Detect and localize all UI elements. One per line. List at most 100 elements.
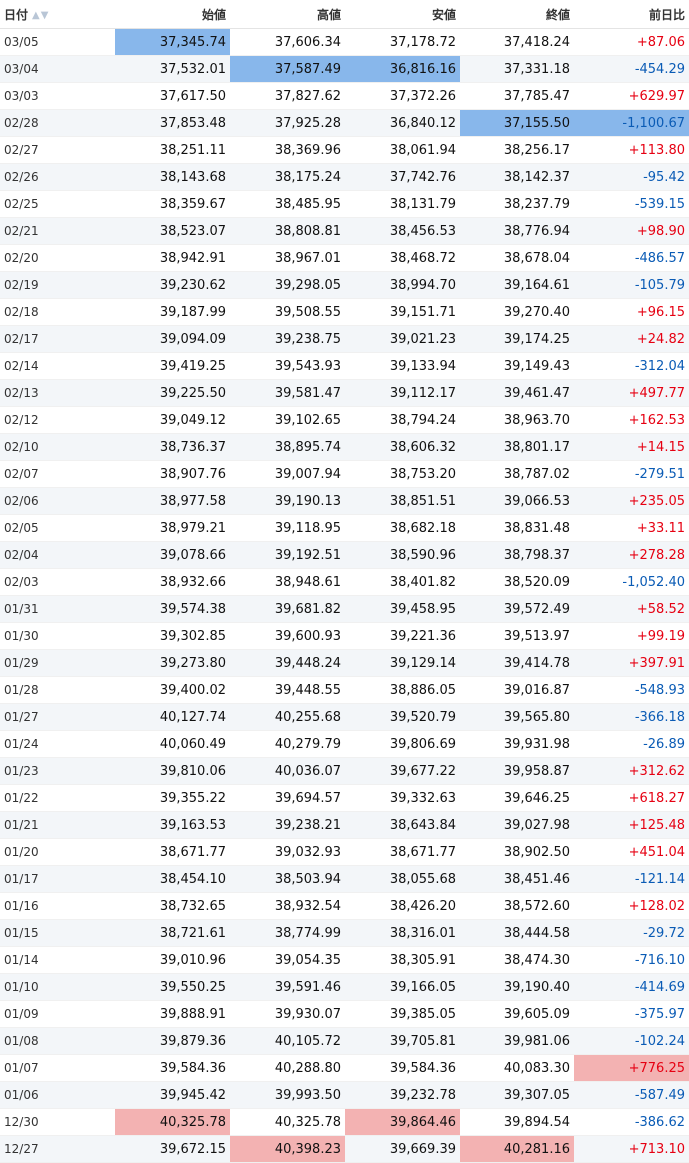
cell-low: 39,677.22	[345, 757, 460, 785]
column-header-close[interactable]: 終値	[460, 0, 574, 29]
cell-date: 01/24	[0, 730, 115, 758]
cell-high: 37,606.34	[230, 28, 345, 56]
table-row: 12/30 40,325.78 40,325.78 39,864.46 39,894.5…	[0, 1108, 689, 1136]
cell-high: 39,032.93	[230, 838, 345, 866]
cell-change: -1,052.40	[574, 568, 689, 596]
cell-low: 38,305.91	[345, 946, 460, 974]
cell-date: 02/03	[0, 568, 115, 596]
cell-high: 39,581.47	[230, 379, 345, 407]
table-row: 03/04 37,532.01 37,587.49 36,816.16 37,331.1…	[0, 55, 689, 83]
table-row: 03/03 37,617.50 37,827.62 37,372.26 37,785.4…	[0, 82, 689, 110]
cell-date: 02/26	[0, 163, 115, 191]
cell-high: 39,238.21	[230, 811, 345, 839]
cell-date: 03/05	[0, 28, 115, 56]
cell-low: 39,232.78	[345, 1081, 460, 1109]
table-body: 03/05 37,345.74 37,606.34 37,178.72 37,418.2…	[0, 28, 689, 1163]
table-row: 02/13 39,225.50 39,581.47 39,112.17 39,461.4…	[0, 379, 689, 407]
cell-change: -716.10	[574, 946, 689, 974]
cell-close: 38,444.58	[460, 919, 574, 947]
cell-close: 37,155.50	[460, 109, 574, 137]
cell-change: -279.51	[574, 460, 689, 488]
cell-date: 01/15	[0, 919, 115, 947]
cell-close: 40,083.30	[460, 1054, 574, 1082]
cell-open: 39,094.09	[115, 325, 230, 353]
cell-change: -375.97	[574, 1000, 689, 1028]
column-header-high[interactable]: 高値	[230, 0, 345, 29]
cell-open: 39,355.22	[115, 784, 230, 812]
cell-open: 39,049.12	[115, 406, 230, 434]
cell-open: 37,853.48	[115, 109, 230, 137]
cell-low: 38,426.20	[345, 892, 460, 920]
cell-open: 38,523.07	[115, 217, 230, 245]
cell-open: 37,617.50	[115, 82, 230, 110]
cell-low: 39,129.14	[345, 649, 460, 677]
cell-date: 01/30	[0, 622, 115, 650]
cell-close: 37,785.47	[460, 82, 574, 110]
cell-open: 37,345.74	[115, 28, 230, 56]
cell-date: 01/29	[0, 649, 115, 677]
cell-open: 39,810.06	[115, 757, 230, 785]
table-row: 02/14 39,419.25 39,543.93 39,133.94 39,149.4…	[0, 352, 689, 380]
cell-high: 39,930.07	[230, 1000, 345, 1028]
cell-change: -95.42	[574, 163, 689, 191]
cell-close: 38,237.79	[460, 190, 574, 218]
cell-low: 38,456.53	[345, 217, 460, 245]
cell-high: 39,448.24	[230, 649, 345, 677]
cell-low: 38,055.68	[345, 865, 460, 893]
cell-high: 40,398.23	[230, 1135, 345, 1163]
cell-change: +278.28	[574, 541, 689, 569]
cell-change: -454.29	[574, 55, 689, 83]
cell-high: 39,694.57	[230, 784, 345, 812]
cell-date: 02/25	[0, 190, 115, 218]
cell-date: 01/10	[0, 973, 115, 1001]
cell-open: 39,888.91	[115, 1000, 230, 1028]
cell-close: 39,605.09	[460, 1000, 574, 1028]
table-row: 02/27 38,251.11 38,369.96 38,061.94 38,256.1…	[0, 136, 689, 164]
cell-low: 37,742.76	[345, 163, 460, 191]
cell-date: 02/06	[0, 487, 115, 515]
cell-date: 02/14	[0, 352, 115, 380]
cell-open: 40,060.49	[115, 730, 230, 758]
cell-date: 03/04	[0, 55, 115, 83]
cell-high: 37,925.28	[230, 109, 345, 137]
cell-date: 01/27	[0, 703, 115, 731]
cell-high: 39,118.95	[230, 514, 345, 542]
column-header-open[interactable]: 始値	[115, 0, 230, 29]
cell-date: 01/23	[0, 757, 115, 785]
cell-low: 39,221.36	[345, 622, 460, 650]
table-row: 02/05 38,979.21 39,118.95 38,682.18 38,831.4…	[0, 514, 689, 542]
cell-open: 38,932.66	[115, 568, 230, 596]
cell-high: 39,007.94	[230, 460, 345, 488]
cell-low: 39,151.71	[345, 298, 460, 326]
cell-date: 02/21	[0, 217, 115, 245]
cell-high: 39,192.51	[230, 541, 345, 569]
cell-date: 01/08	[0, 1027, 115, 1055]
column-header-date[interactable]: 日付 ▲▼	[0, 0, 115, 29]
cell-change: -386.62	[574, 1108, 689, 1136]
cell-change: -121.14	[574, 865, 689, 893]
cell-high: 40,288.80	[230, 1054, 345, 1082]
table-row: 01/17 38,454.10 38,503.94 38,055.68 38,451.4…	[0, 865, 689, 893]
table-row: 01/20 38,671.77 39,032.93 38,671.77 38,902.5…	[0, 838, 689, 866]
cell-close: 38,787.02	[460, 460, 574, 488]
cell-open: 39,010.96	[115, 946, 230, 974]
table-row: 02/28 37,853.48 37,925.28 36,840.12 37,155.5…	[0, 109, 689, 137]
cell-low: 38,401.82	[345, 568, 460, 596]
table-row: 01/23 39,810.06 40,036.07 39,677.22 39,958.8…	[0, 757, 689, 785]
column-header-change[interactable]: 前日比	[574, 0, 689, 29]
cell-close: 38,451.46	[460, 865, 574, 893]
cell-high: 39,102.65	[230, 406, 345, 434]
table-row: 01/14 39,010.96 39,054.35 38,305.91 38,474.3…	[0, 946, 689, 974]
column-header-low[interactable]: 安値	[345, 0, 460, 29]
cell-low: 38,886.05	[345, 676, 460, 704]
sort-arrows-icon[interactable]: ▲▼	[32, 10, 49, 21]
cell-open: 38,736.37	[115, 433, 230, 461]
cell-close: 37,331.18	[460, 55, 574, 83]
cell-low: 38,851.51	[345, 487, 460, 515]
cell-high: 39,238.75	[230, 325, 345, 353]
cell-low: 39,806.69	[345, 730, 460, 758]
cell-close: 39,461.47	[460, 379, 574, 407]
cell-low: 38,131.79	[345, 190, 460, 218]
cell-date: 02/17	[0, 325, 115, 353]
table-row: 02/07 38,907.76 39,007.94 38,753.20 38,787.0…	[0, 460, 689, 488]
